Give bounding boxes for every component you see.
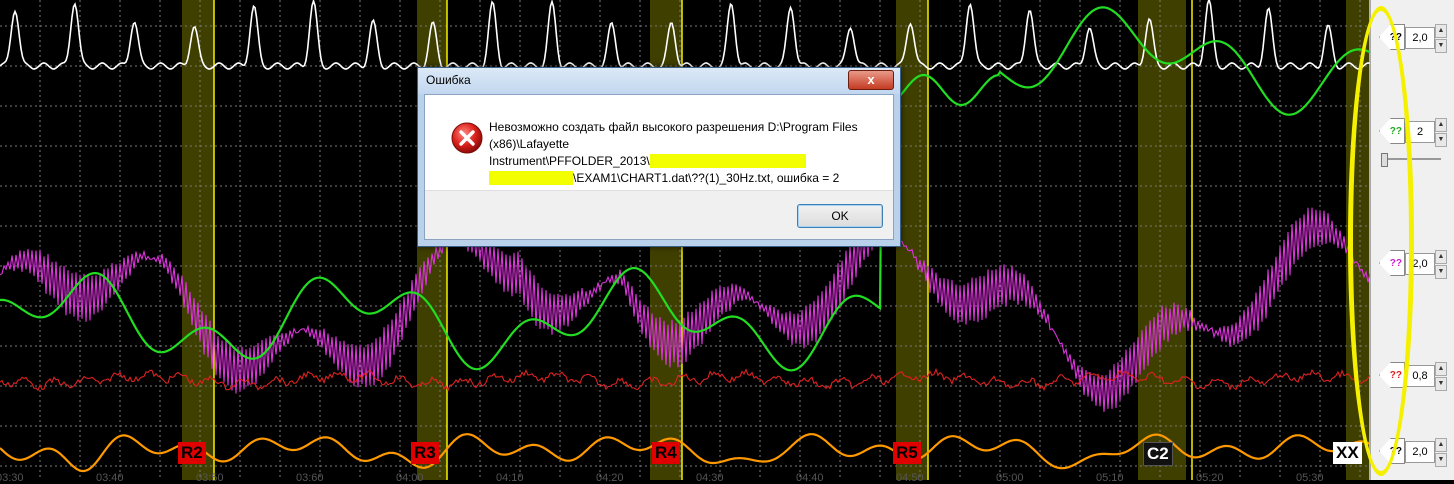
error-dialog: Ошибка x Невозможно создать файл высоког… <box>417 67 901 247</box>
channel-arrow-icon[interactable]: ?? <box>1379 24 1405 50</box>
gain-value[interactable]: 2 <box>1405 121 1435 143</box>
channel-arrow-icon[interactable]: ?? <box>1379 250 1405 276</box>
spin-up-icon[interactable]: ▲ <box>1435 250 1447 264</box>
error-icon <box>451 122 483 154</box>
spin-up-icon[interactable]: ▲ <box>1435 362 1447 376</box>
channel-control-panel: ?? 2,0 ▲ ▼ ?? 2 ▲ ▼ ?? 2,0 ▲ ▼ ?? 0,8 ▲ ▼ ??… <box>1370 0 1454 480</box>
dialog-titlebar[interactable]: Ошибка x <box>418 68 900 94</box>
time-tick-label: 05:00 <box>996 472 1024 484</box>
stimulus-band <box>182 0 214 480</box>
stimulus-marker[interactable]: XX <box>1333 442 1362 464</box>
channel-control-pneumo-lower[interactable]: ?? 2,0 ▲ ▼ <box>1379 438 1447 467</box>
dialog-body: Невозможно создать файл высокого разреше… <box>424 94 894 240</box>
gain-value[interactable]: 2,0 <box>1405 441 1435 463</box>
redacted-path-1: xxxxxxxxxxxxxxxxxxxxxxxxxx <box>649 154 806 168</box>
stimulus-band <box>1346 0 1370 480</box>
gain-spinner[interactable]: ▲ ▼ <box>1435 24 1447 53</box>
stimulus-marker[interactable]: C2 <box>1143 442 1173 466</box>
time-tick-label: 03:60 <box>296 472 324 484</box>
message-text-2: \EXAM1\CHART1.dat\??(1)_30Hz.txt, ошибка… <box>573 171 840 185</box>
channel-control-pneumo-upper[interactable]: ?? 2,0 ▲ ▼ <box>1379 24 1447 53</box>
gain-spinner[interactable]: ▲ ▼ <box>1435 362 1447 391</box>
time-tick-label: 05:20 <box>1196 472 1224 484</box>
gain-value[interactable]: 2,0 <box>1405 27 1435 49</box>
stimulus-marker[interactable]: R5 <box>893 442 921 464</box>
spin-down-icon[interactable]: ▼ <box>1435 39 1447 53</box>
redacted-path-2: xxxxxxxxxxxxxx <box>489 171 573 185</box>
time-tick-label: 04:10 <box>496 472 524 484</box>
dialog-button-bar: OK <box>425 190 893 239</box>
time-tick-label: 04:40 <box>796 472 824 484</box>
gain-value[interactable]: 2,0 <box>1405 253 1435 275</box>
gain-spinner[interactable]: ▲ ▼ <box>1435 438 1447 467</box>
channel-arrow-icon[interactable]: ?? <box>1379 118 1405 144</box>
channel-arrow-icon[interactable]: ?? <box>1379 362 1405 388</box>
cardio-slider[interactable] <box>1381 153 1441 167</box>
time-tick-label: 03:40 <box>96 472 124 484</box>
spin-down-icon[interactable]: ▼ <box>1435 377 1447 391</box>
spin-down-icon[interactable]: ▼ <box>1435 133 1447 147</box>
time-tick-label: 04:00 <box>396 472 424 484</box>
spin-up-icon[interactable]: ▲ <box>1435 118 1447 132</box>
gain-spinner[interactable]: ▲ ▼ <box>1435 118 1447 147</box>
spin-down-icon[interactable]: ▼ <box>1435 265 1447 279</box>
time-tick-label: 03:50 <box>196 472 224 484</box>
spin-up-icon[interactable]: ▲ <box>1435 438 1447 452</box>
time-tick-label: 04:30 <box>696 472 724 484</box>
stimulus-marker[interactable]: R4 <box>652 442 680 464</box>
dialog-message: Невозможно создать файл высокого разреше… <box>489 119 889 187</box>
spin-up-icon[interactable]: ▲ <box>1435 24 1447 38</box>
channel-control-cardio[interactable]: ?? 2 ▲ ▼ <box>1379 118 1447 147</box>
gain-value[interactable]: 0,8 <box>1405 365 1435 387</box>
close-button[interactable]: x <box>848 70 894 90</box>
stimulus-marker[interactable]: R3 <box>411 442 439 464</box>
time-tick-label: 05:10 <box>1096 472 1124 484</box>
stimulus-band <box>1138 0 1186 480</box>
time-tick-label: 04:50 <box>896 472 924 484</box>
time-tick-label: 05:30 <box>1296 472 1324 484</box>
channel-control-movement[interactable]: ?? 0,8 ▲ ▼ <box>1379 362 1447 391</box>
slider-track <box>1381 158 1441 160</box>
slider-thumb[interactable] <box>1381 153 1388 167</box>
spin-down-icon[interactable]: ▼ <box>1435 453 1447 467</box>
gain-spinner[interactable]: ▲ ▼ <box>1435 250 1447 279</box>
close-icon: x <box>867 72 875 87</box>
time-tick-label: 04:20 <box>596 472 624 484</box>
time-tick-label: 03:30 <box>0 472 24 484</box>
stimulus-marker[interactable]: R2 <box>178 442 206 464</box>
dialog-title: Ошибка <box>426 73 471 87</box>
channel-arrow-icon[interactable]: ?? <box>1379 438 1405 464</box>
ok-button[interactable]: OK <box>797 204 883 228</box>
channel-control-eda[interactable]: ?? 2,0 ▲ ▼ <box>1379 250 1447 279</box>
